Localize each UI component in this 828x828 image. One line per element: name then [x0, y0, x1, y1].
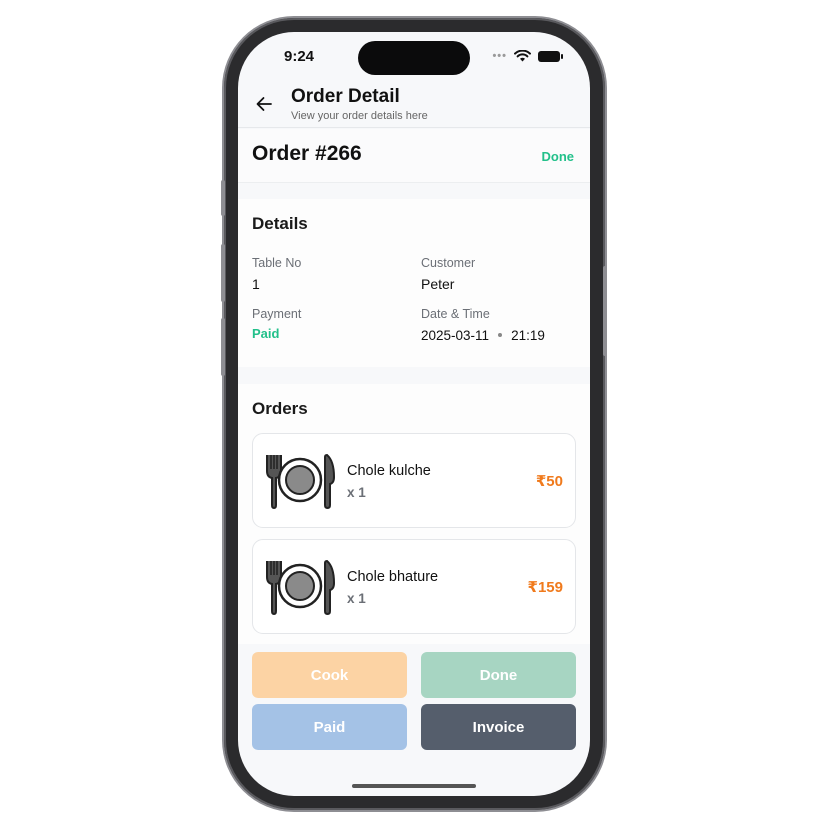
datetime-value: 2025-03-11 21:19: [421, 328, 545, 343]
table-no-label: Table No: [252, 256, 302, 270]
details-title: Details: [252, 214, 308, 233]
item-price: ₹159: [527, 579, 563, 596]
order-number: Order #266: [252, 142, 362, 165]
paid-button[interactable]: Paid: [252, 704, 407, 750]
app-header: Order Detail View your order details her…: [238, 84, 590, 128]
order-item-card[interactable]: Chole kulche x 1 ₹50: [252, 433, 576, 528]
order-date: 2025-03-11: [421, 328, 490, 343]
phone-side-button: [221, 180, 225, 216]
cook-button[interactable]: Cook: [252, 652, 407, 698]
status-icons: •••: [492, 50, 563, 62]
separator-dot: [498, 332, 503, 337]
orders-section: Orders Chole kulche x 1 ₹50 Chole bhatur…: [238, 384, 590, 644]
customer-label: Customer: [421, 256, 476, 270]
page-subtitle: View your order details here: [291, 110, 428, 122]
details-section: Details Table No 1 Customer Peter Paymen…: [238, 199, 590, 367]
page-title: Order Detail: [291, 86, 400, 107]
home-indicator[interactable]: [352, 784, 476, 788]
battery-icon: [538, 50, 563, 62]
plate-cutlery-icon: [266, 559, 336, 615]
item-quantity: x 1: [347, 485, 366, 500]
item-name: Chole kulche: [347, 463, 431, 479]
invoice-button[interactable]: Invoice: [421, 704, 576, 750]
order-status-badge: Done: [541, 149, 575, 164]
back-arrow-icon[interactable]: [254, 94, 274, 114]
datetime-label: Date & Time: [421, 307, 490, 321]
order-item-card[interactable]: Chole bhature x 1 ₹159: [252, 539, 576, 634]
customer-value: Peter: [421, 276, 455, 292]
payment-value: Paid: [252, 326, 280, 341]
phone-side-button: [603, 266, 607, 356]
order-summary: Order #266 Done: [238, 129, 590, 183]
item-quantity: x 1: [347, 591, 366, 606]
item-price: ₹50: [535, 473, 563, 490]
signal-dots: •••: [492, 50, 507, 62]
order-time: 21:19: [511, 328, 545, 343]
phone-side-button: [221, 318, 225, 376]
phone-side-button: [221, 244, 225, 302]
done-button[interactable]: Done: [421, 652, 576, 698]
table-no-value: 1: [252, 276, 260, 292]
plate-cutlery-icon: [266, 453, 336, 509]
app-screen: 9:24 ••• Order Detail View your order de…: [238, 32, 590, 796]
wifi-icon: [514, 50, 531, 62]
item-name: Chole bhature: [347, 569, 439, 585]
payment-label: Payment: [252, 307, 302, 321]
orders-title: Orders: [252, 399, 308, 418]
status-time: 9:24: [284, 48, 315, 65]
dynamic-island: [358, 41, 470, 75]
